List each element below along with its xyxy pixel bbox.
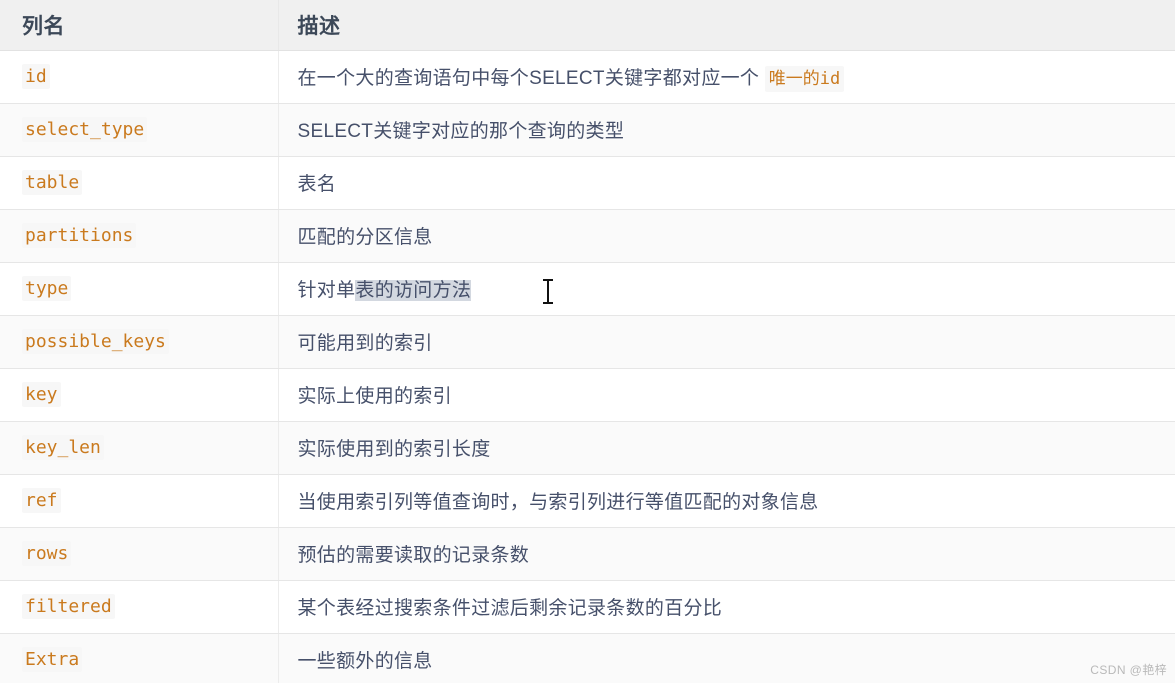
column-name-cell: select_type <box>0 103 278 157</box>
description-text: 针对单 <box>297 280 356 301</box>
table-row: filtered 某个表经过搜索条件过滤后剩余记录条数的百分比 <box>0 580 1175 634</box>
description-text: SELECT关键字对应的那个查询的类型 <box>297 121 625 142</box>
table-row: ref 当使用索引列等值查询时，与索引列进行等值匹配的对象信息 <box>0 474 1175 528</box>
column-description-cell: 某个表经过搜索条件过滤后剩余记录条数的百分比 <box>277 580 1175 634</box>
table-row: type 针对单表的访问方法 <box>0 262 1175 316</box>
column-header-name: 列名 <box>0 0 278 51</box>
column-name-code: possible_keys <box>22 329 169 354</box>
table-row: possible_keys 可能用到的索引 <box>0 315 1175 369</box>
column-name-cell: filtered <box>0 580 278 634</box>
column-name-cell: rows <box>0 527 278 581</box>
description-text: 预估的需要读取的记录条数 <box>297 545 530 566</box>
column-description-cell: 针对单表的访问方法 <box>277 262 1175 316</box>
column-description-cell: 在一个大的查询语句中每个SELECT关键字都对应一个 唯一的id <box>277 50 1175 104</box>
column-description-cell: 实际使用到的索引长度 <box>277 421 1175 475</box>
column-name-cell: id <box>0 50 278 104</box>
column-description-cell: 预估的需要读取的记录条数 <box>277 527 1175 581</box>
description-text: 某个表经过搜索条件过滤后剩余记录条数的百分比 <box>297 598 723 619</box>
column-name-cell: key_len <box>0 421 278 475</box>
column-description-cell: SELECT关键字对应的那个查询的类型 <box>277 103 1175 157</box>
table-row: key 实际上使用的索引 <box>0 368 1175 422</box>
column-name-code: type <box>22 276 72 301</box>
column-name-cell: possible_keys <box>0 315 278 369</box>
description-text: 一些额外的信息 <box>297 651 433 672</box>
description-text: 匹配的分区信息 <box>297 227 433 248</box>
column-name-code: table <box>22 170 83 195</box>
column-description-cell: 一些额外的信息 <box>277 633 1175 683</box>
column-description-cell: 实际上使用的索引 <box>277 368 1175 422</box>
column-name-code: rows <box>22 541 72 566</box>
table-row: select_type SELECT关键字对应的那个查询的类型 <box>0 103 1175 157</box>
table-row: rows 预估的需要读取的记录条数 <box>0 527 1175 581</box>
column-name-code: Extra <box>22 647 83 672</box>
column-name-code: filtered <box>22 594 115 619</box>
column-name-cell: ref <box>0 474 278 528</box>
description-text: 可能用到的索引 <box>297 333 433 354</box>
description-text: 当使用索引列等值查询时，与索引列进行等值匹配的对象信息 <box>297 492 819 513</box>
column-description-cell: 表名 <box>277 156 1175 210</box>
column-description-cell: 匹配的分区信息 <box>277 209 1175 263</box>
watermark: CSDN @艳梓 <box>1090 663 1167 677</box>
table-row: Extra 一些额外的信息 <box>0 633 1175 683</box>
table-body: id 在一个大的查询语句中每个SELECT关键字都对应一个 唯一的id select… <box>0 50 1175 683</box>
description-text: 表名 <box>297 174 337 195</box>
description-text: 实际使用到的索引长度 <box>297 439 491 460</box>
description-text: 实际上使用的索引 <box>297 386 452 407</box>
column-name-code: key_len <box>22 435 104 460</box>
column-header-description: 描述 <box>277 0 1175 51</box>
column-name-code: select_type <box>22 117 148 142</box>
column-name-code: key <box>22 382 61 407</box>
column-name-cell: key <box>0 368 278 422</box>
description-text: 在一个大的查询语句中每个SELECT关键字都对应一个 <box>297 68 765 89</box>
column-name-code: ref <box>22 488 61 513</box>
table-header: 列名 描述 <box>0 0 1175 51</box>
table-row: partitions 匹配的分区信息 <box>0 209 1175 263</box>
explain-columns-table-container: 列名 描述 id 在一个大的查询语句中每个SELECT关键字都对应一个 唯一的id… <box>0 0 1175 683</box>
column-name-cell: partitions <box>0 209 278 263</box>
description-inline-code: 唯一的id <box>764 66 845 92</box>
explain-columns-table: 列名 描述 id 在一个大的查询语句中每个SELECT关键字都对应一个 唯一的id… <box>0 0 1175 683</box>
table-row: id 在一个大的查询语句中每个SELECT关键字都对应一个 唯一的id <box>0 50 1175 104</box>
column-description-cell: 当使用索引列等值查询时，与索引列进行等值匹配的对象信息 <box>277 474 1175 528</box>
column-name-code: partitions <box>22 223 137 248</box>
column-name-cell: type <box>0 262 278 316</box>
column-description-cell: 可能用到的索引 <box>277 315 1175 369</box>
table-row: key_len 实际使用到的索引长度 <box>0 421 1175 475</box>
column-name-cell: table <box>0 156 278 210</box>
column-name-cell: Extra <box>0 633 278 683</box>
table-header-row: 列名 描述 <box>0 0 1175 51</box>
column-name-code: id <box>22 64 50 89</box>
selected-description-text: 表的访问方法 <box>355 280 472 301</box>
table-row: table 表名 <box>0 156 1175 210</box>
